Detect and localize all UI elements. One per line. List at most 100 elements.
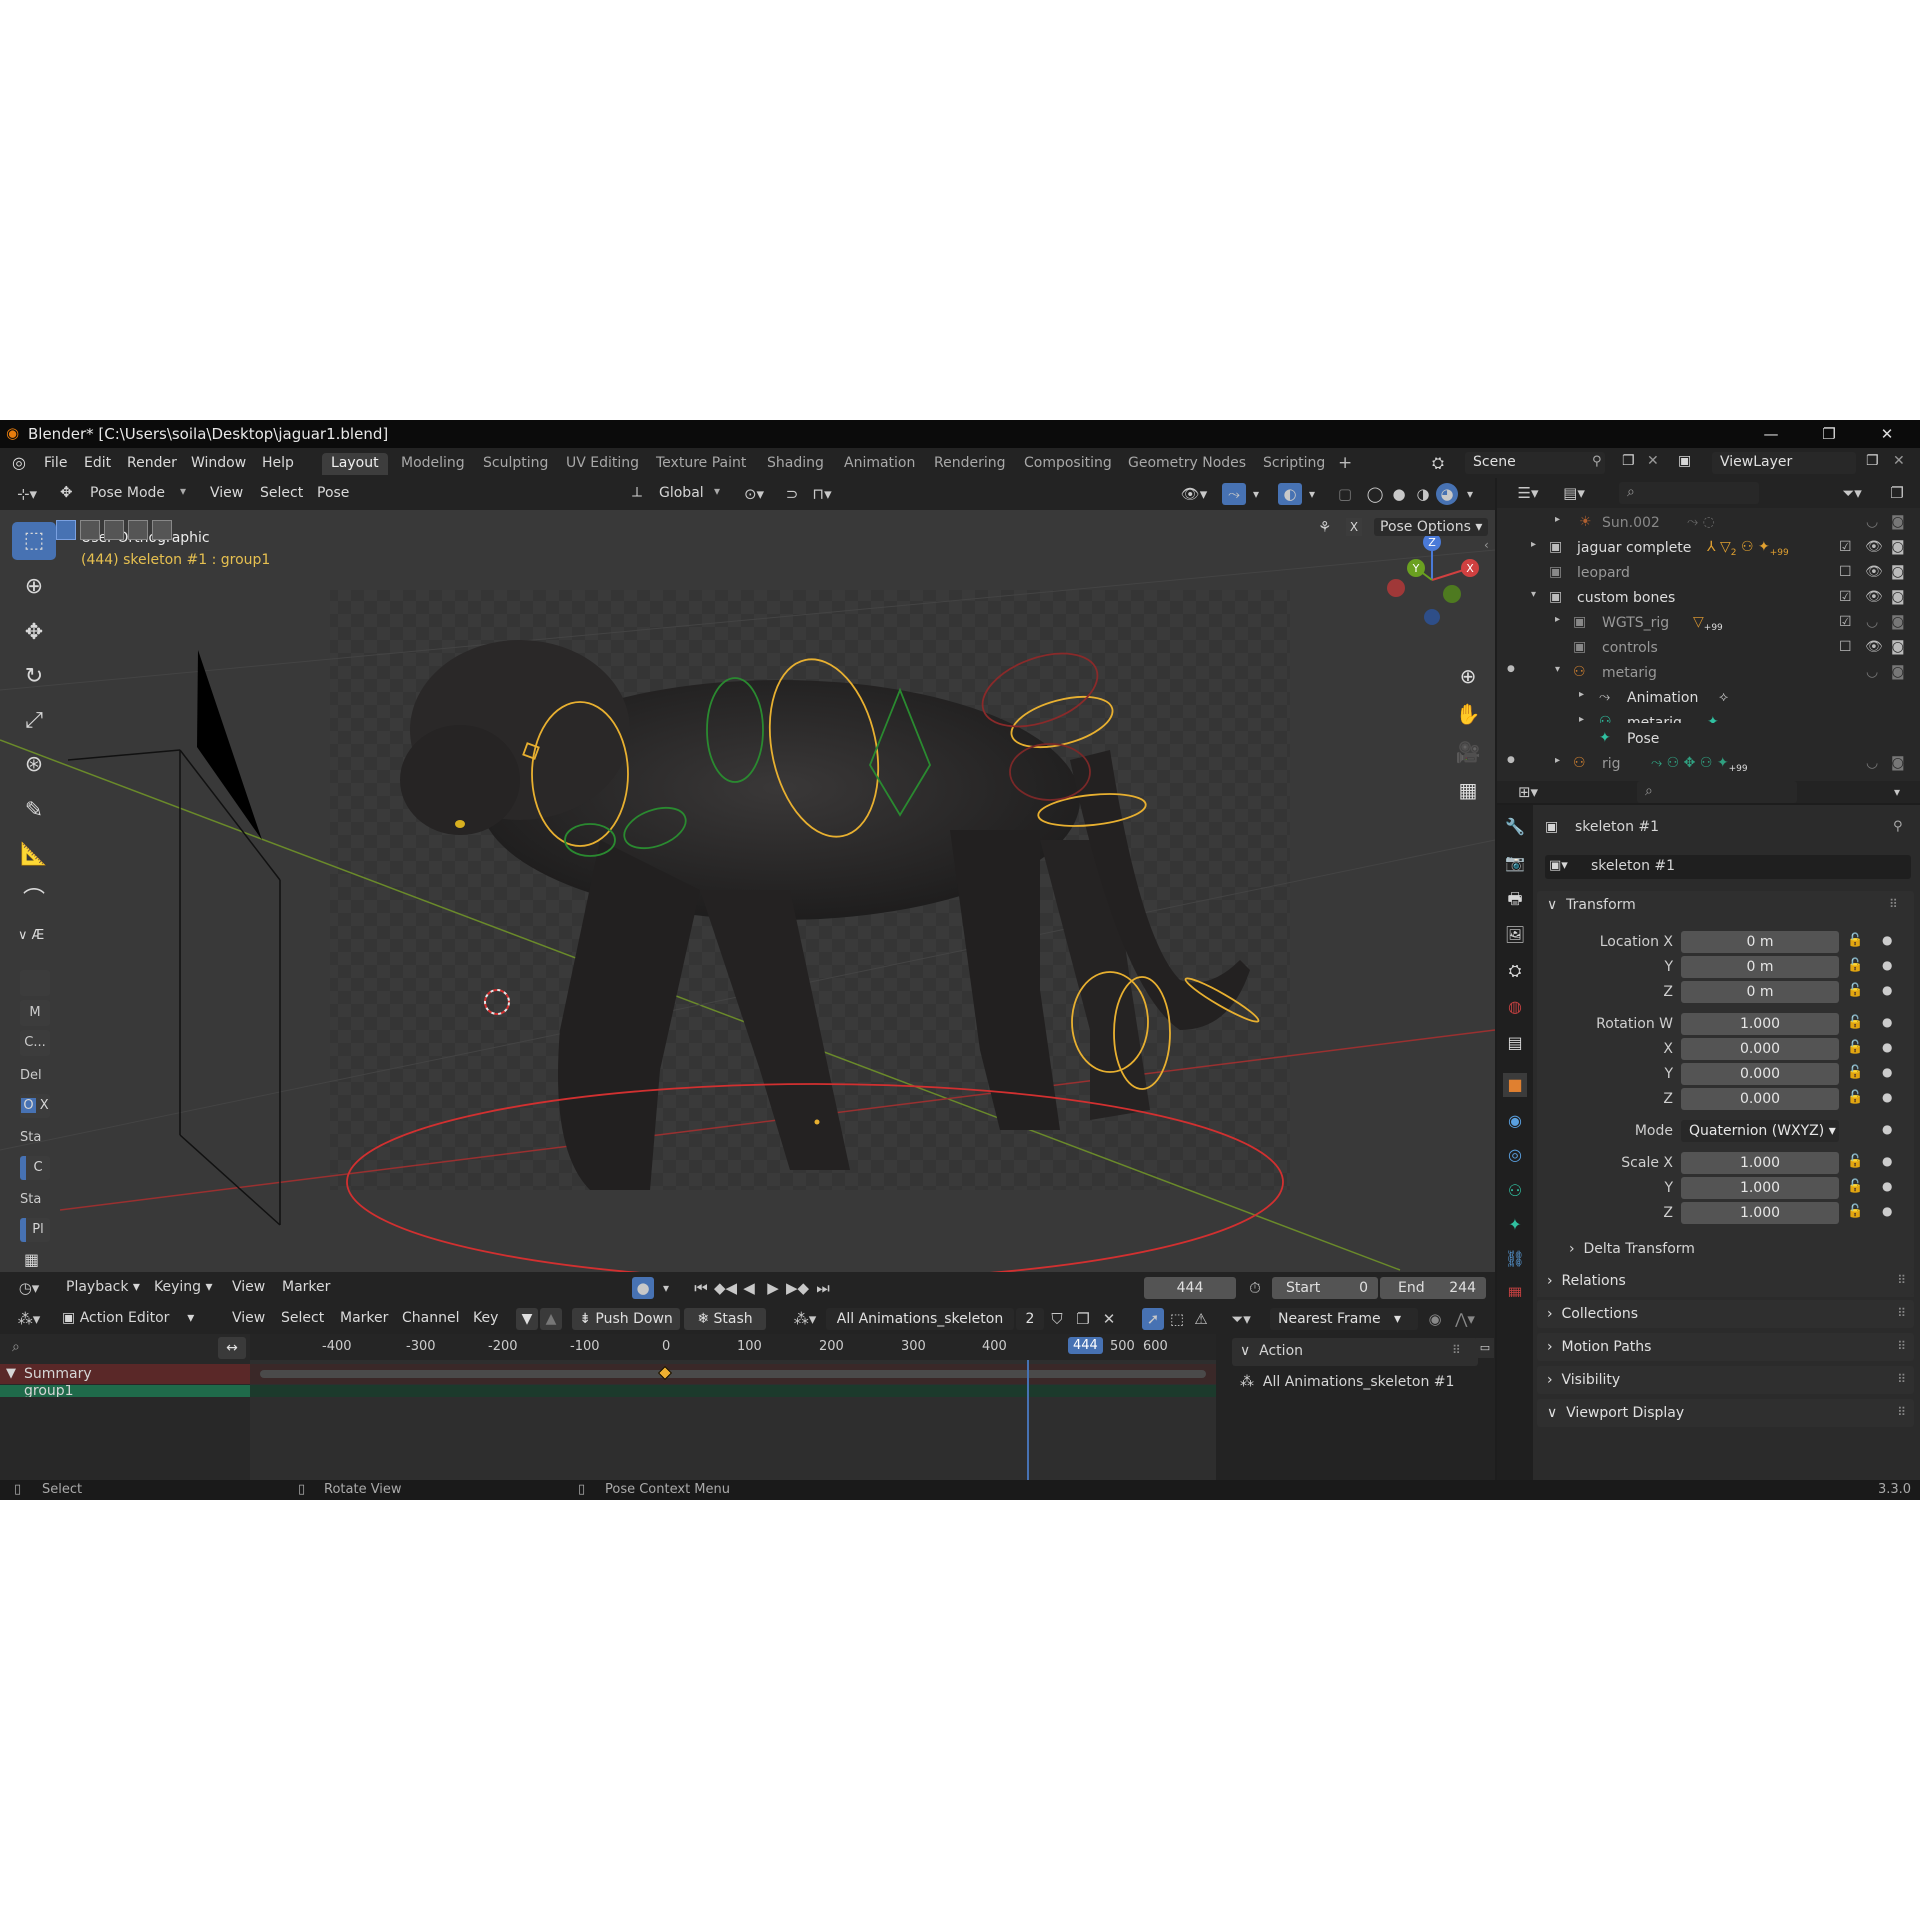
action-filter-icon[interactable]: ⏷▾ [1224, 1308, 1258, 1330]
sidebar-tab[interactable]: ▭ [1476, 1338, 1494, 1358]
outliner-row-custom-bones[interactable]: ▾ ▣ custom bones ☑ 👁 ◙ [1497, 586, 1920, 611]
falloff-icon[interactable]: ⋀▾ [1448, 1308, 1482, 1330]
camera-disabled-icon[interactable]: ◙ [1891, 755, 1905, 771]
xray-icon[interactable]: ▢ [1334, 483, 1356, 505]
editor-mode-dropdown[interactable]: ▣ Action Editor ▾ [62, 1310, 194, 1326]
tab-geometry-nodes[interactable]: Geometry Nodes [1119, 453, 1255, 475]
sidebar-toggle-icon[interactable]: ‹ [1484, 538, 1489, 552]
jump-start-icon[interactable]: ⏮ [690, 1277, 712, 1299]
side-panel-m[interactable]: M [20, 1000, 50, 1026]
location-y-field[interactable]: 0 m [1681, 956, 1839, 978]
keyframe-dot-icon[interactable]: ● [1882, 958, 1892, 972]
scale-y-field[interactable]: 1.000 [1681, 1177, 1839, 1199]
snap-mode-dropdown[interactable]: Nearest Frame ▾ [1270, 1308, 1418, 1330]
unlink-action-icon[interactable]: ✕ [1098, 1308, 1120, 1330]
chevron-down-icon[interactable]: ▾ [1462, 483, 1478, 505]
object-name-field[interactable]: ▣▾ skeleton #1 [1545, 855, 1911, 879]
pin-icon[interactable]: ⚲ [1592, 454, 1602, 469]
select-intersect-icon[interactable] [152, 520, 172, 540]
viewport-display-panel[interactable]: ∨ Viewport Display ⠿ [1537, 1399, 1914, 1427]
rotation-y-field[interactable]: 0.000 [1681, 1063, 1839, 1085]
keyframe-dot-icon[interactable]: ● [1882, 1204, 1892, 1218]
channel-search-input[interactable]: ⌕ [4, 1337, 216, 1359]
lock-icon[interactable]: 🔓 [1847, 1015, 1863, 1030]
current-frame-field[interactable]: 444 [1144, 1277, 1236, 1299]
view-layer-tab-icon[interactable]: 🖼 [1503, 923, 1527, 947]
checkbox-unchecked-icon[interactable]: ☐ [1839, 639, 1852, 655]
timeline-editor-type-icon[interactable]: ◷▾ [12, 1277, 46, 1299]
outliner-row-metarig-data[interactable]: ▸ ⚇ metarig ✦+99 [1497, 711, 1920, 723]
wireframe-shading-icon[interactable]: ◯ [1364, 483, 1386, 505]
outliner-row-sun[interactable]: ▸ ☀ Sun.002 ⤳ ◌ ◡ ◙ [1497, 511, 1920, 536]
editor-type-icon[interactable]: ⊹▾ [12, 483, 42, 505]
camera-icon[interactable]: ◙ [1891, 539, 1905, 555]
camera-disabled-icon[interactable]: ◙ [1891, 664, 1905, 680]
tab-compositing[interactable]: Compositing [1015, 453, 1121, 475]
render-tab-icon[interactable]: 📷 [1503, 851, 1527, 875]
only-errors-icon[interactable]: ⚠ [1190, 1308, 1212, 1330]
action-users-count[interactable]: 2 [1016, 1308, 1044, 1330]
new-scene-icon[interactable]: ❐ [1622, 453, 1635, 469]
transform-tool-icon[interactable]: ⊛ [12, 746, 56, 784]
chevron-down-icon[interactable]: ▾ [1304, 483, 1320, 505]
play-reverse-icon[interactable]: ◀ [738, 1277, 760, 1299]
lock-icon[interactable]: 🔓 [1847, 1179, 1863, 1194]
new-view-layer-icon[interactable]: ❐ [1866, 453, 1879, 469]
playhead-line[interactable] [1027, 1360, 1029, 1480]
action-menu-select[interactable]: Select [281, 1310, 324, 1326]
x-mirror-toggle[interactable]: X [1346, 518, 1362, 536]
action-browse-icon[interactable]: ⁂▾ [788, 1308, 822, 1330]
scale-x-field[interactable]: 1.000 [1681, 1152, 1839, 1174]
keyframe-dot-icon[interactable]: ● [1882, 933, 1892, 947]
show-hidden-icon[interactable]: ⬚ [1166, 1308, 1188, 1330]
object-tab-icon[interactable]: ■ [1503, 1073, 1527, 1097]
layer-up-icon[interactable]: ▲ [540, 1308, 562, 1330]
scene-tab-icon[interactable]: ⛭ [1503, 959, 1527, 983]
delete-scene-icon[interactable]: ✕ [1647, 453, 1659, 469]
measure-tool-icon[interactable]: 📐 [12, 836, 56, 874]
new-collection-icon[interactable]: ❐ [1885, 482, 1909, 504]
collections-panel[interactable]: › Collections ⠿ [1537, 1300, 1914, 1328]
cursor-tool-icon[interactable]: ⊕ [12, 568, 56, 606]
action-menu-key[interactable]: Key [473, 1310, 498, 1326]
keyframe-dot-icon[interactable]: ● [1882, 1015, 1892, 1029]
keyframe-dot-icon[interactable]: ● [1882, 1040, 1892, 1054]
outliner-row-controls[interactable]: ▣ controls ☐ 👁 ◙ [1497, 636, 1920, 661]
keyframe-dot-icon[interactable]: ● [1882, 983, 1892, 997]
rotation-mode-dropdown[interactable]: Quaternion (WXYZ) ▾ [1681, 1120, 1839, 1142]
tab-sculpting[interactable]: Sculpting [474, 453, 557, 475]
drag-handle-icon[interactable]: ⠿ [1452, 1343, 1461, 1357]
camera-icon[interactable]: ◙ [1891, 564, 1905, 580]
scale-z-field[interactable]: 1.000 [1681, 1202, 1839, 1224]
timeline-menu-playback[interactable]: Playback ▾ [66, 1279, 140, 1295]
physics-tab-icon[interactable]: ◎ [1503, 1143, 1527, 1167]
rendered-shading-icon[interactable]: ◕ [1436, 483, 1458, 505]
rotation-x-field[interactable]: 0.000 [1681, 1038, 1839, 1060]
bone-tab-icon[interactable]: ✦ [1503, 1213, 1527, 1237]
action-menu-channel[interactable]: Channel [402, 1310, 459, 1326]
pose-options-dropdown[interactable]: Pose Options ▾ [1374, 518, 1489, 536]
side-panel-slot[interactable] [20, 970, 50, 996]
material-shading-icon[interactable]: ◑ [1412, 483, 1434, 505]
chevron-down-icon[interactable]: ▾ [658, 1277, 674, 1299]
sync-length-icon[interactable]: ↔ [218, 1337, 246, 1359]
visibility-icon[interactable]: 👁▾ [1176, 483, 1212, 505]
outliner-editor-type-icon[interactable]: ☰▾ [1511, 482, 1545, 504]
lock-icon[interactable]: 🔓 [1847, 1154, 1863, 1169]
action-name-field[interactable]: All Animations_skeleton #1 [826, 1308, 1014, 1349]
properties-search-input[interactable]: ⌕ [1637, 781, 1797, 803]
timeline-menu-marker[interactable]: Marker [282, 1279, 330, 1295]
outliner-row-leopard[interactable]: ▣ leopard ☐ 👁 ◙ [1497, 561, 1920, 586]
tab-modeling[interactable]: Modeling [392, 453, 474, 475]
tool-tab-icon[interactable]: 🔧 [1503, 815, 1527, 839]
snap-icon[interactable]: ⊃ [780, 483, 804, 505]
location-z-field[interactable]: 0 m [1681, 981, 1839, 1003]
select-invert-icon[interactable] [128, 520, 148, 540]
object-data-tab-icon[interactable]: ⚇ [1503, 1179, 1527, 1203]
transform-header[interactable]: ∨ Transform [1547, 897, 1636, 913]
chevron-down-icon[interactable]: ▾ [1248, 483, 1264, 505]
modifiers-tab-icon[interactable]: ◉ [1503, 1109, 1527, 1133]
end-frame-field[interactable]: End 244 [1380, 1277, 1486, 1299]
eye-icon[interactable]: 👁 [1865, 589, 1883, 605]
stopwatch-icon[interactable]: ⏱ [1244, 1277, 1266, 1299]
